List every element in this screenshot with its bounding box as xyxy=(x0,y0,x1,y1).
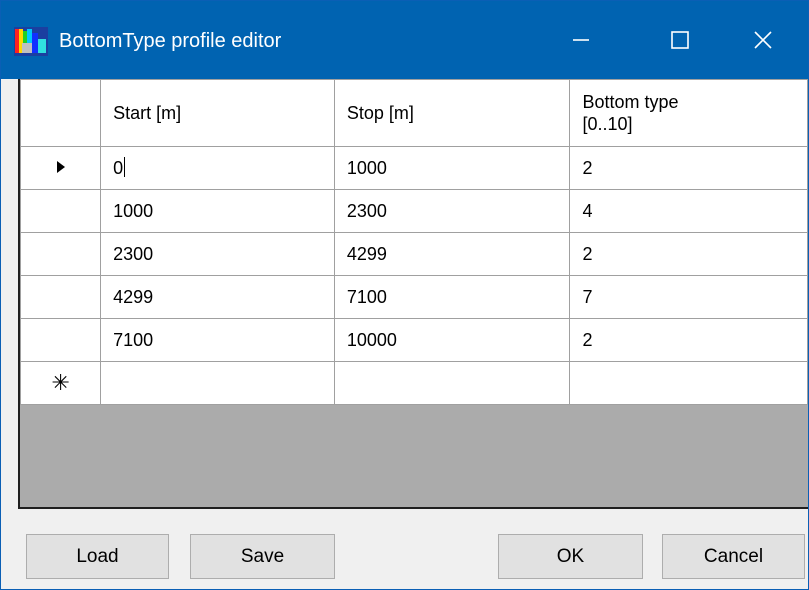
cell-bottom-type[interactable]: 2 xyxy=(569,146,808,190)
window-title: BottomType profile editor xyxy=(59,30,282,52)
cell-start-new[interactable] xyxy=(100,361,335,405)
cell-stop[interactable]: 2300 xyxy=(333,189,571,233)
cell-bottom-type[interactable]: 2 xyxy=(569,318,808,362)
column-header-start[interactable]: Start [m] xyxy=(100,79,335,147)
cell-bottom-type-new[interactable] xyxy=(569,361,808,405)
new-row[interactable]: ✳ xyxy=(19,361,808,405)
title-bar[interactable]: BottomType profile editor xyxy=(1,1,808,79)
row-header[interactable] xyxy=(19,232,102,276)
data-grid[interactable]: Start [m] Stop [m] Bottom type [0..10] 0… xyxy=(18,79,808,509)
load-button[interactable]: Load xyxy=(26,534,169,579)
cell-stop[interactable]: 4299 xyxy=(333,232,571,276)
cell-bottom-type[interactable]: 4 xyxy=(569,189,808,233)
column-header-bottom-type[interactable]: Bottom type [0..10] xyxy=(569,79,808,147)
cell-stop-new[interactable] xyxy=(333,361,571,405)
ok-button[interactable]: OK xyxy=(498,534,643,579)
minimize-button[interactable] xyxy=(536,1,626,79)
row-header[interactable] xyxy=(19,318,102,362)
cell-stop[interactable]: 10000 xyxy=(333,318,571,362)
maximize-icon xyxy=(671,31,689,49)
header-row: Start [m] Stop [m] Bottom type [0..10] xyxy=(19,79,808,147)
column-header-bottom-type-label: Bottom type [0..10] xyxy=(582,92,679,134)
table-row[interactable]: 7100 10000 2 xyxy=(19,318,808,362)
save-button[interactable]: Save xyxy=(190,534,335,579)
row-header-current[interactable] xyxy=(19,146,102,190)
cell-stop[interactable]: 7100 xyxy=(333,275,571,319)
cell-stop[interactable]: 1000 xyxy=(333,146,571,190)
cell-start[interactable]: 0 xyxy=(100,146,335,190)
cancel-button[interactable]: Cancel xyxy=(662,534,805,579)
close-button[interactable] xyxy=(718,1,808,79)
cell-start-value[interactable]: 0 xyxy=(113,158,123,178)
maximize-button[interactable] xyxy=(635,1,725,79)
cell-bottom-type[interactable]: 2 xyxy=(569,232,808,276)
cell-start[interactable]: 1000 xyxy=(100,189,335,233)
cell-bottom-type[interactable]: 7 xyxy=(569,275,808,319)
cell-start[interactable]: 2300 xyxy=(100,232,335,276)
app-icon xyxy=(14,27,48,56)
minimize-icon xyxy=(573,39,589,41)
close-icon xyxy=(754,31,772,49)
table-row[interactable]: 4299 7100 7 xyxy=(19,275,808,319)
corner-header-cell[interactable] xyxy=(19,79,102,147)
row-header[interactable] xyxy=(19,189,102,233)
row-header[interactable] xyxy=(19,275,102,319)
cell-start[interactable]: 4299 xyxy=(100,275,335,319)
table-row[interactable]: 2300 4299 2 xyxy=(19,232,808,276)
profile-table: Start [m] Stop [m] Bottom type [0..10] 0… xyxy=(19,79,808,405)
cell-start[interactable]: 7100 xyxy=(100,318,335,362)
table-row[interactable]: 1000 2300 4 xyxy=(19,189,808,233)
column-header-stop[interactable]: Stop [m] xyxy=(333,79,571,147)
new-row-asterisk-icon[interactable]: ✳ xyxy=(19,361,102,405)
text-cursor xyxy=(124,157,126,177)
editor-window: BottomType profile editor Start [m] Stop… xyxy=(0,0,809,590)
current-row-arrow-icon xyxy=(56,160,65,173)
table-row[interactable]: 0 1000 2 xyxy=(19,146,808,190)
